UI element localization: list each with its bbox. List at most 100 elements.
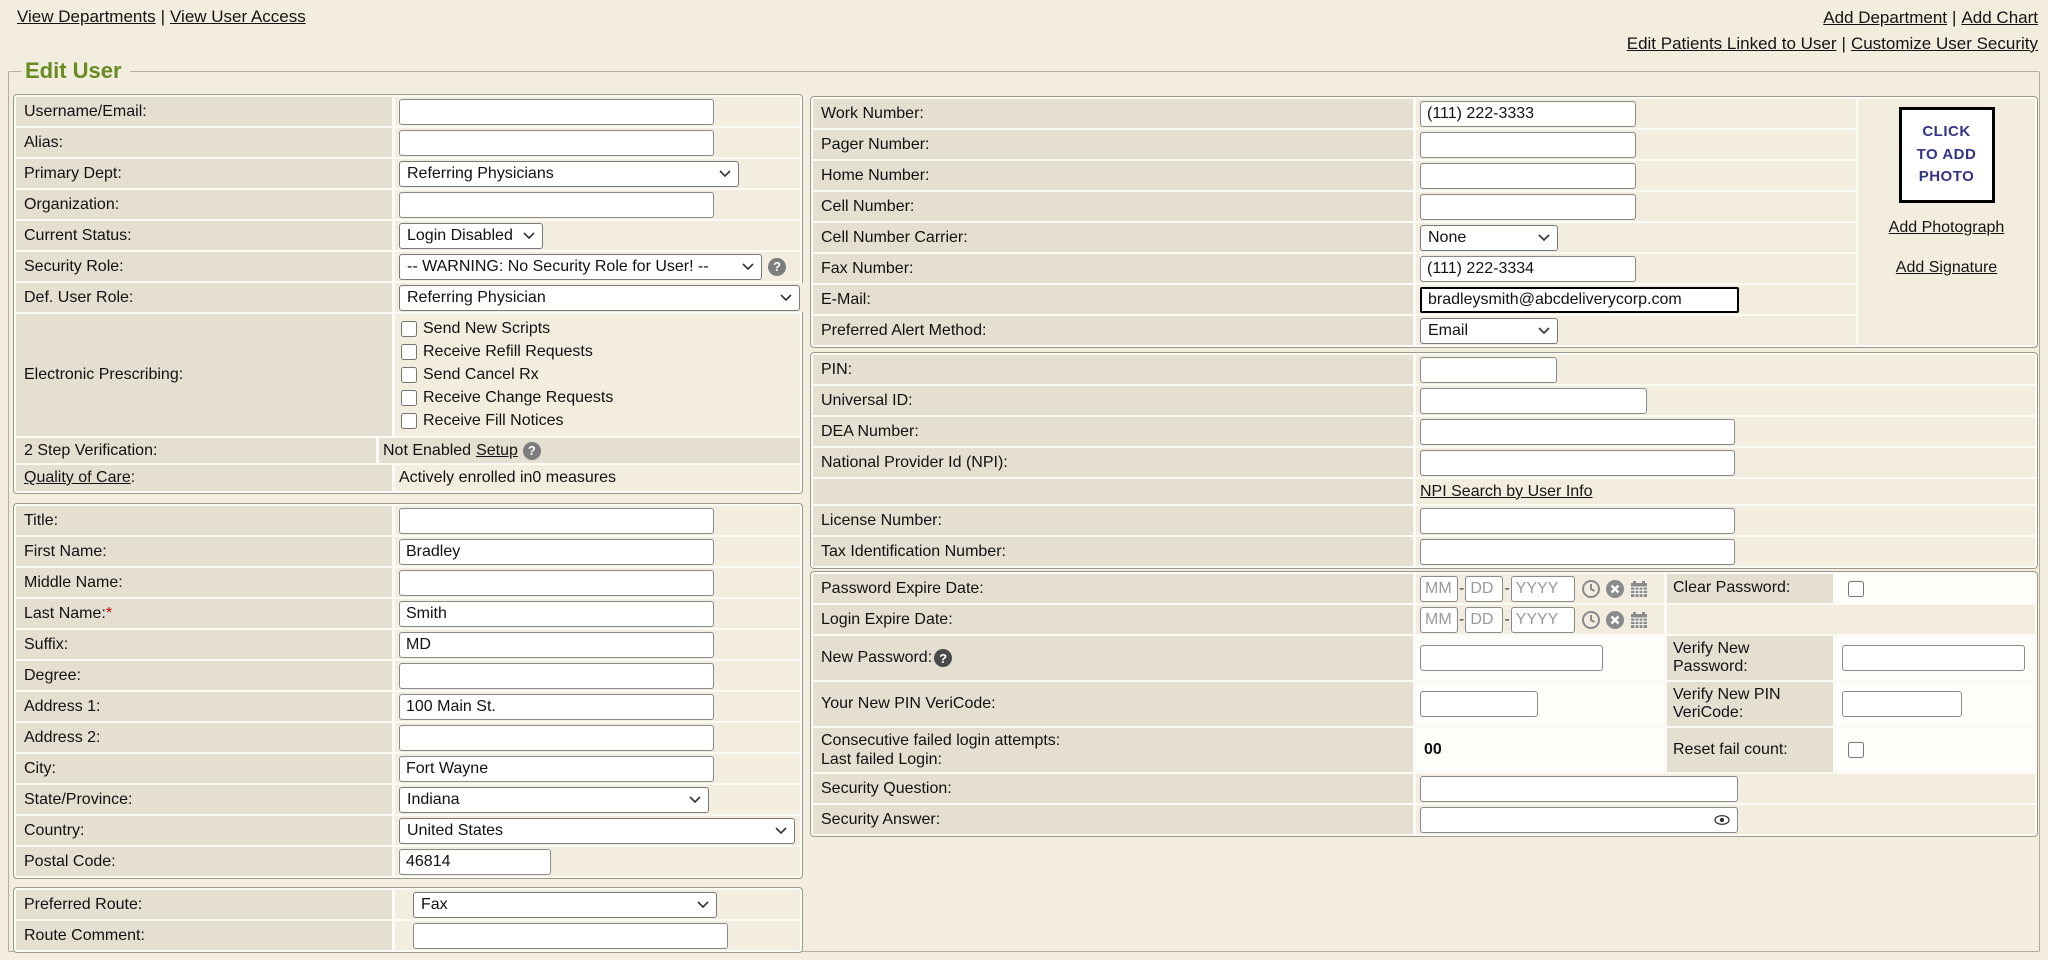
work-number-input[interactable] bbox=[1420, 101, 1636, 127]
dea-number-input[interactable] bbox=[1420, 419, 1735, 445]
send-new-scripts-checkbox[interactable] bbox=[401, 321, 417, 337]
country-value: United States bbox=[407, 822, 503, 840]
login-expire-mm-input[interactable] bbox=[1420, 607, 1458, 633]
security-question-input[interactable] bbox=[1420, 776, 1738, 802]
def-user-role-select[interactable]: Referring Physician bbox=[399, 285, 800, 311]
add-photo-placeholder[interactable]: CLICK TO ADD PHOTO bbox=[1899, 107, 1995, 203]
country-select[interactable]: United States bbox=[399, 818, 795, 844]
clock-icon[interactable] bbox=[1581, 579, 1601, 599]
tax-id-input[interactable] bbox=[1420, 539, 1735, 565]
two-step-setup-link[interactable]: Setup bbox=[476, 442, 518, 460]
customize-user-security-link[interactable]: Customize User Security bbox=[1851, 34, 2038, 53]
security-answer-input[interactable] bbox=[1420, 807, 1738, 833]
receive-refill-requests-checkbox[interactable] bbox=[401, 344, 417, 360]
receive-change-requests-label: Receive Change Requests bbox=[423, 389, 613, 407]
login-expire-dd-input[interactable] bbox=[1465, 607, 1503, 633]
pager-number-label: Pager Number: bbox=[813, 130, 1413, 159]
preferred-route-label: Preferred Route: bbox=[16, 890, 392, 919]
organization-input[interactable] bbox=[399, 192, 714, 218]
left-column: Username/Email: Alias: Primary Dept: Ref… bbox=[13, 94, 803, 953]
clear-date-icon[interactable] bbox=[1605, 579, 1625, 599]
quality-of-care-link[interactable]: Quality of Care bbox=[24, 469, 131, 487]
clock-icon[interactable] bbox=[1581, 610, 1601, 630]
address2-input[interactable] bbox=[399, 725, 714, 751]
new-password-row: New Password: ? Verify New Password: bbox=[813, 636, 2035, 680]
clear-password-checkbox[interactable] bbox=[1848, 581, 1864, 597]
clear-date-icon[interactable] bbox=[1605, 610, 1625, 630]
two-step-help-icon[interactable]: ? bbox=[523, 442, 541, 460]
security-role-value: -- WARNING: No Security Role for User! -… bbox=[407, 258, 709, 276]
license-number-input[interactable] bbox=[1420, 508, 1735, 534]
universal-id-input[interactable] bbox=[1420, 388, 1647, 414]
add-department-link[interactable]: Add Department bbox=[1823, 8, 1947, 27]
def-user-role-row: Def. User Role: Referring Physician bbox=[16, 283, 800, 312]
security-role-help-icon[interactable]: ? bbox=[768, 258, 786, 276]
preferred-route-select[interactable]: Fax bbox=[413, 892, 717, 918]
login-expire-yyyy-input[interactable] bbox=[1511, 607, 1575, 633]
home-number-input[interactable] bbox=[1420, 163, 1636, 189]
add-signature-link[interactable]: Add Signature bbox=[1896, 259, 1997, 277]
city-input[interactable] bbox=[399, 756, 714, 782]
pwd-expire-dd-input[interactable] bbox=[1465, 576, 1503, 602]
receive-change-requests-checkbox[interactable] bbox=[401, 390, 417, 406]
security-question-row: Security Question: bbox=[813, 774, 2035, 803]
primary-dept-select[interactable]: Referring Physicians bbox=[399, 161, 739, 187]
first-name-label: First Name: bbox=[16, 537, 392, 566]
pin-vericode-input[interactable] bbox=[1420, 691, 1538, 717]
postal-label: Postal Code: bbox=[16, 847, 392, 876]
add-chart-link[interactable]: Add Chart bbox=[1961, 8, 2038, 27]
pin-row: PIN: bbox=[813, 355, 2035, 384]
fax-number-input[interactable] bbox=[1420, 256, 1636, 282]
edit-patients-linked-link[interactable]: Edit Patients Linked to User bbox=[1627, 34, 1837, 53]
email-input[interactable] bbox=[1420, 287, 1739, 313]
show-password-eye-icon[interactable] bbox=[1714, 813, 1730, 827]
dea-number-label: DEA Number: bbox=[813, 417, 1413, 446]
cell-number-input[interactable] bbox=[1420, 194, 1636, 220]
primary-dept-label: Primary Dept: bbox=[16, 159, 392, 188]
email-label: E-Mail: bbox=[813, 285, 1413, 314]
top-right-links: Add Department|Add Chart Edit Patients L… bbox=[1627, 5, 2038, 57]
npi-input[interactable] bbox=[1420, 450, 1735, 476]
pwd-expire-mm-input[interactable] bbox=[1420, 576, 1458, 602]
alert-method-row: Preferred Alert Method: Email bbox=[813, 316, 1856, 345]
calendar-icon[interactable] bbox=[1629, 579, 1649, 599]
first-name-input[interactable] bbox=[399, 539, 714, 565]
current-status-select[interactable]: Login Disabled bbox=[399, 223, 543, 249]
pin-input[interactable] bbox=[1420, 357, 1557, 383]
state-select[interactable]: Indiana bbox=[399, 787, 709, 813]
title-input[interactable] bbox=[399, 508, 714, 534]
current-status-row: Current Status: Login Disabled bbox=[16, 221, 800, 250]
pwd-expire-yyyy-input[interactable] bbox=[1511, 576, 1575, 602]
receive-fill-notices-checkbox[interactable] bbox=[401, 413, 417, 429]
verify-password-input[interactable] bbox=[1842, 645, 2025, 671]
cell-carrier-select[interactable]: None bbox=[1420, 225, 1558, 251]
suffix-input[interactable] bbox=[399, 632, 714, 658]
npi-search-link[interactable]: NPI Search by User Info bbox=[1420, 483, 1593, 501]
reset-fail-count-checkbox[interactable] bbox=[1848, 742, 1864, 758]
middle-name-input[interactable] bbox=[399, 570, 714, 596]
postal-input[interactable] bbox=[399, 849, 551, 875]
view-user-access-link[interactable]: View User Access bbox=[170, 7, 306, 26]
pager-number-input[interactable] bbox=[1420, 132, 1636, 158]
dea-number-row: DEA Number: bbox=[813, 417, 2035, 446]
alias-input[interactable] bbox=[399, 130, 714, 156]
security-role-select[interactable]: -- WARNING: No Security Role for User! -… bbox=[399, 254, 762, 280]
license-number-row: License Number: bbox=[813, 506, 2035, 535]
add-photograph-link[interactable]: Add Photograph bbox=[1889, 219, 2005, 237]
new-password-input[interactable] bbox=[1420, 645, 1603, 671]
receive-change-requests-option: Receive Change Requests bbox=[401, 387, 613, 409]
username-input[interactable] bbox=[399, 99, 714, 125]
address1-input[interactable] bbox=[399, 694, 714, 720]
calendar-icon[interactable] bbox=[1629, 610, 1649, 630]
route-comment-input[interactable] bbox=[413, 923, 728, 949]
send-new-scripts-label: Send New Scripts bbox=[423, 320, 550, 338]
alert-method-select[interactable]: Email bbox=[1420, 318, 1558, 344]
npi-row: National Provider Id (NPI): bbox=[813, 448, 2035, 477]
reset-fail-count-label: Reset fail count: bbox=[1667, 728, 1833, 772]
verify-pin-vericode-input[interactable] bbox=[1842, 691, 1962, 717]
send-cancel-rx-checkbox[interactable] bbox=[401, 367, 417, 383]
degree-input[interactable] bbox=[399, 663, 714, 689]
view-departments-link[interactable]: View Departments bbox=[17, 7, 156, 26]
last-name-input[interactable] bbox=[399, 601, 714, 627]
new-password-help-icon[interactable]: ? bbox=[934, 649, 952, 667]
